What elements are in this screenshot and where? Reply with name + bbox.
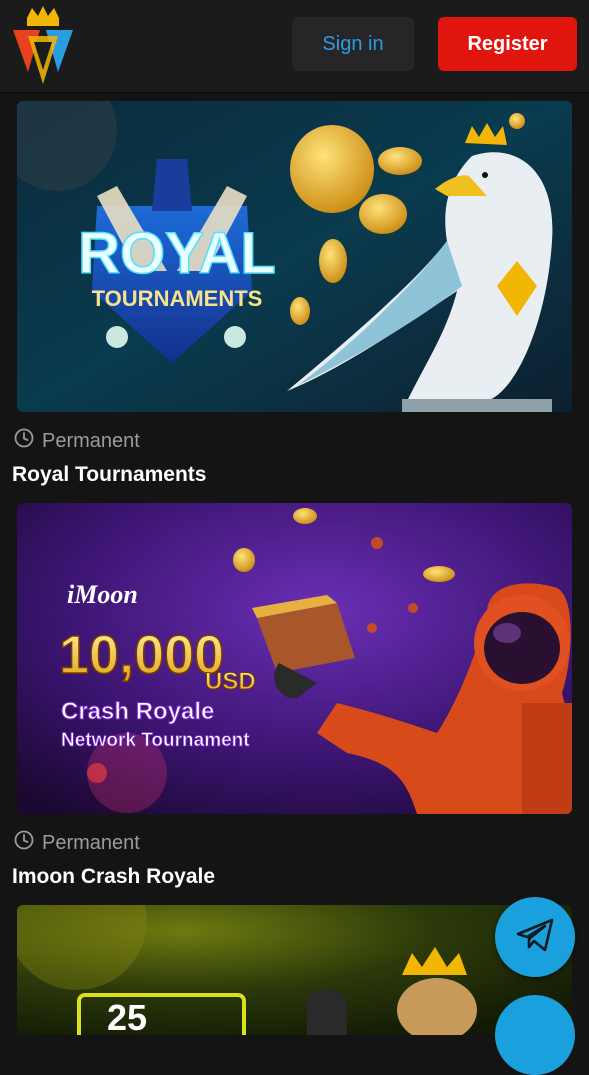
banner-number: 25 — [107, 997, 147, 1035]
promo-title[interactable]: Royal Tournaments — [12, 463, 206, 487]
clock-icon — [14, 830, 34, 856]
royal-tournaments-banner[interactable]: ROYAL TOURNAMENTS — [17, 101, 572, 412]
promo-status: Permanent — [14, 830, 140, 856]
register-button[interactable]: Register — [438, 17, 577, 71]
banner-title: ROYAL — [78, 221, 276, 286]
secondary-fab[interactable] — [495, 995, 575, 1075]
banner-line2: Network Tournament — [61, 730, 250, 751]
banner-line1: Crash Royale — [61, 698, 214, 725]
banner-amount: 10,000 — [59, 625, 224, 685]
clock-icon — [14, 428, 34, 454]
sign-in-button[interactable]: Sign in — [292, 17, 414, 71]
status-label: Permanent — [42, 831, 140, 854]
site-logo[interactable] — [10, 6, 76, 86]
imoon-crash-royale-banner[interactable]: iMoon 10,000 USD Crash Royale Network To… — [17, 503, 572, 814]
top-header: Sign in Register — [0, 0, 589, 93]
promo-status: Permanent — [14, 428, 140, 454]
telegram-button[interactable] — [495, 897, 575, 977]
promo-banner-3[interactable]: 25 — [17, 905, 572, 1035]
banner-subtitle: TOURNAMENTS — [92, 286, 263, 311]
telegram-icon — [514, 914, 556, 961]
promo-title[interactable]: Imoon Crash Royale — [12, 865, 215, 889]
banner-currency: USD — [205, 668, 256, 695]
banner-brand: iMoon — [67, 580, 138, 609]
status-label: Permanent — [42, 429, 140, 452]
